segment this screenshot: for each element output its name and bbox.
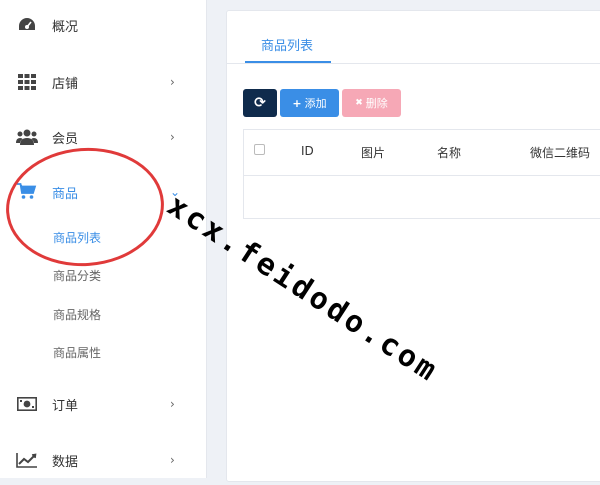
refresh-icon: ⟳ xyxy=(254,95,266,111)
delete-button-label: 删除 xyxy=(365,97,388,110)
refresh-button[interactable]: ⟳ xyxy=(243,89,277,117)
table-header-divider xyxy=(244,175,600,176)
sidebar-item-label: 数据 xyxy=(52,454,79,470)
chevron-right-icon: › xyxy=(170,130,175,144)
grid-icon xyxy=(16,71,38,93)
sidebar-subitem-product-category[interactable]: 商品分类 xyxy=(53,267,101,284)
chart-line-icon xyxy=(16,449,38,471)
add-button[interactable]: + 添加 xyxy=(280,89,339,117)
plus-icon: + xyxy=(292,96,302,110)
close-icon: ✖ xyxy=(355,98,363,108)
column-header-wechat-qrcode[interactable]: 微信二维码 xyxy=(530,144,590,161)
column-header-image[interactable]: 图片 xyxy=(361,144,385,161)
sidebar-item-label: 会员 xyxy=(52,131,79,147)
sidebar-item-store[interactable]: 店铺 › xyxy=(0,57,206,107)
dashboard-icon xyxy=(16,14,38,36)
money-icon xyxy=(16,393,38,415)
sidebar-item-orders[interactable]: 订单 › xyxy=(0,379,206,429)
sidebar-item-label: 概况 xyxy=(52,19,79,35)
sidebar-item-overview[interactable]: 概况 xyxy=(0,0,206,50)
tab-divider xyxy=(227,63,600,64)
chevron-right-icon: › xyxy=(170,397,175,411)
chevron-right-icon: › xyxy=(170,75,175,89)
add-button-label: 添加 xyxy=(304,97,327,110)
sidebar-item-label: 订单 xyxy=(52,398,79,414)
tab-product-list[interactable]: 商品列表 xyxy=(261,35,313,54)
users-icon xyxy=(16,126,38,148)
sidebar-subitem-product-spec[interactable]: 商品规格 xyxy=(53,306,101,323)
select-all-checkbox[interactable] xyxy=(254,144,265,155)
delete-button[interactable]: ✖ 删除 xyxy=(342,89,401,117)
sidebar-subitem-product-attribute[interactable]: 商品属性 xyxy=(53,344,101,361)
column-header-name[interactable]: 名称 xyxy=(437,144,461,161)
product-table: ID 图片 名称 微信二维码 xyxy=(243,129,600,219)
main-panel: 商品列表 ⟳ + 添加 ✖ 删除 ID 图片 名称 微信二维码 xyxy=(226,10,600,482)
chevron-right-icon: › xyxy=(170,453,175,467)
column-header-id[interactable]: ID xyxy=(301,144,314,158)
sidebar-item-label: 店铺 xyxy=(52,76,79,92)
